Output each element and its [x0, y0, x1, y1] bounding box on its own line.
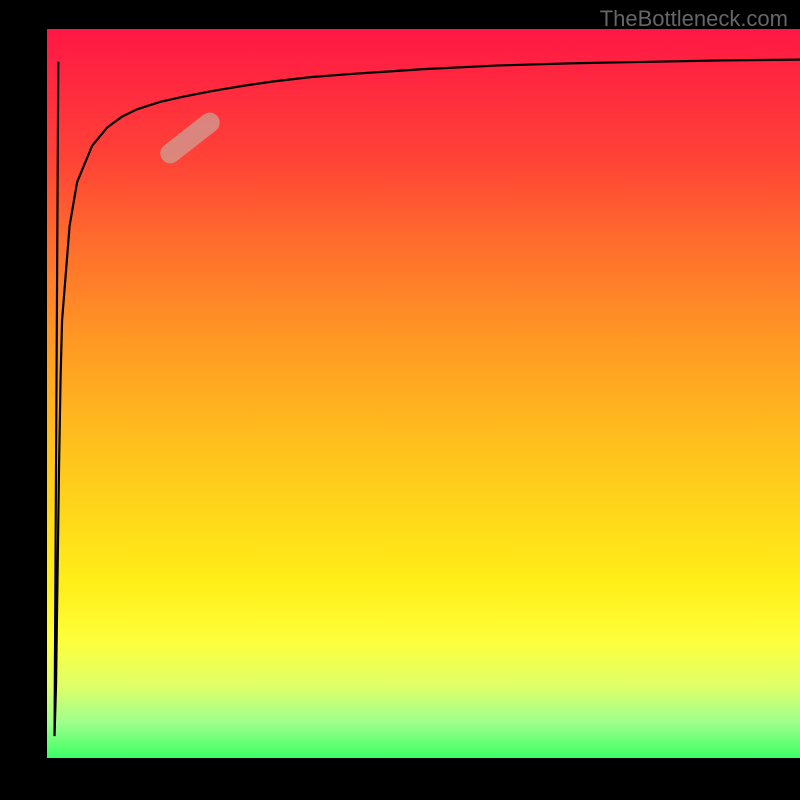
attribution-text: TheBottleneck.com — [600, 6, 788, 32]
bottleneck-curve-svg — [47, 29, 800, 758]
chart-plot-area — [47, 29, 800, 758]
